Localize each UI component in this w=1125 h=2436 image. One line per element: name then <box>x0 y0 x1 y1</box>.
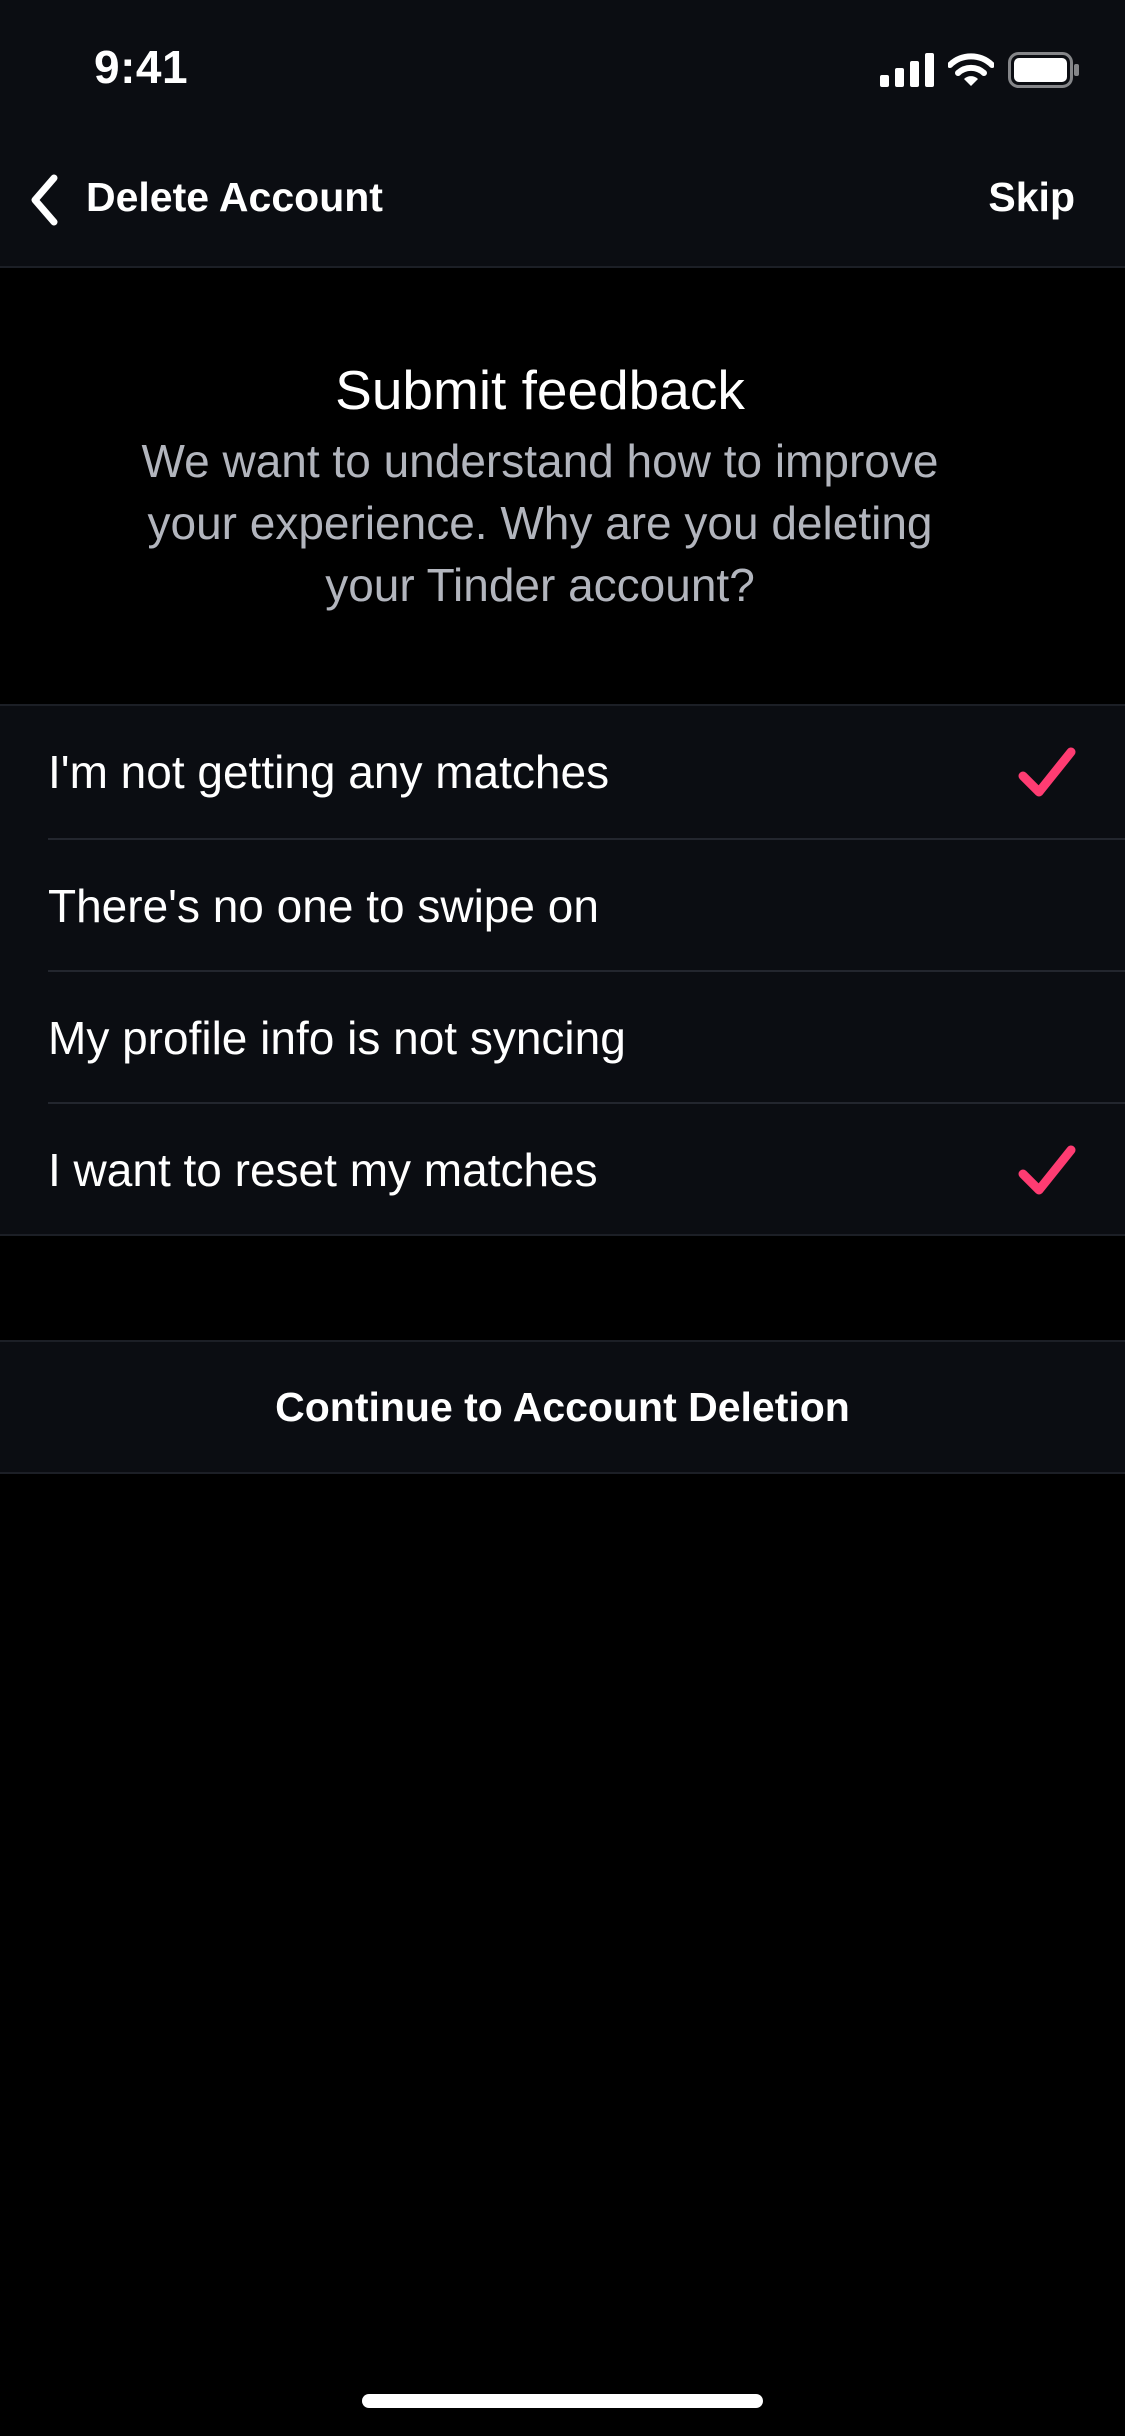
status-time: 9:41 <box>94 41 189 93</box>
feedback-subtitle: We want to understand how to improve you… <box>141 435 939 611</box>
feedback-title: Submit feedback <box>335 359 745 421</box>
continue-button[interactable]: Continue to Account Deletion <box>0 1340 1125 1474</box>
reason-option-reset-matches[interactable]: I want to reset my matches <box>0 1102 1125 1234</box>
continue-label: Continue to Account Deletion <box>275 1383 850 1430</box>
reason-label: I'm not getting any matches <box>48 746 610 798</box>
checkmark-icon <box>1018 747 1076 797</box>
wifi-icon <box>948 53 994 86</box>
chevron-left-icon <box>31 174 58 226</box>
page-title: Delete Account <box>86 174 383 220</box>
reason-option-no-matches[interactable]: I'm not getting any matches <box>0 706 1125 838</box>
status-icons <box>880 52 1080 88</box>
home-indicator <box>362 2394 763 2408</box>
reason-label: I want to reset my matches <box>48 1144 598 1196</box>
skip-button[interactable]: Skip <box>988 174 1075 221</box>
checkmark-icon <box>1018 1145 1076 1195</box>
reason-label: My profile info is not syncing <box>48 1012 626 1064</box>
feedback-header: Submit feedback We want to understand ho… <box>0 350 1080 616</box>
back-button[interactable] <box>22 170 66 230</box>
battery-icon <box>1008 52 1079 88</box>
reason-label: There's no one to swipe on <box>48 880 599 932</box>
reason-option-profile-not-syncing[interactable]: My profile info is not syncing <box>0 970 1125 1102</box>
signal-icon <box>880 53 934 87</box>
top-bar: 9:41 Delete Account Skip <box>0 0 1125 268</box>
reason-list: I'm not getting any matches There's no o… <box>0 704 1125 1236</box>
reason-option-no-one-to-swipe[interactable]: There's no one to swipe on <box>0 838 1125 970</box>
